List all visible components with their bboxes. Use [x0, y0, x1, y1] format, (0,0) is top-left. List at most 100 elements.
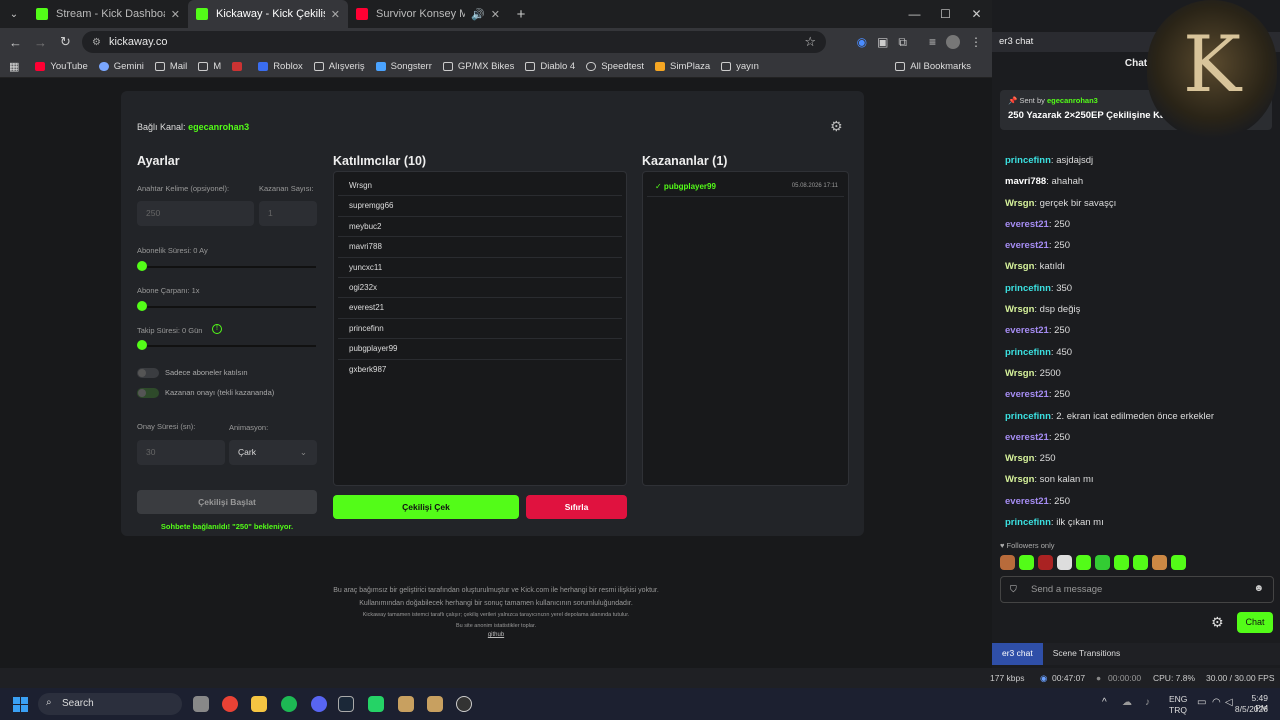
minimize-icon[interactable]: — — [899, 0, 930, 28]
apps-grid-icon[interactable]: ▦ — [9, 60, 19, 73]
chat-username[interactable]: Wrsgn — [1005, 261, 1034, 272]
sub-multiplier-slider[interactable] — [138, 306, 316, 308]
github-link[interactable]: github — [0, 632, 992, 638]
dock-tab-chat[interactable]: er3 chat — [992, 643, 1043, 665]
sub-duration-slider[interactable] — [138, 266, 316, 268]
chat-username[interactable]: everest21 — [1005, 389, 1049, 400]
maximize-icon[interactable]: ☐ — [930, 0, 961, 28]
chat-username[interactable]: Wrsgn — [1005, 368, 1034, 379]
chat-username[interactable]: Wrsgn — [1005, 198, 1034, 209]
chat-username[interactable]: everest21 — [1005, 432, 1049, 443]
chat-username[interactable]: everest21 — [1005, 325, 1049, 336]
keyword-input[interactable]: 250 — [137, 201, 254, 226]
app-r-icon[interactable] — [427, 696, 443, 712]
taskbar-search[interactable]: ⌕ Search — [38, 693, 182, 715]
close-tab-icon[interactable]: ✕ — [331, 8, 340, 21]
bookmark-youtube[interactable]: YouTube — [35, 61, 88, 72]
close-tab-icon[interactable]: ✕ — [491, 8, 500, 21]
confirm-time-input[interactable]: 30 — [137, 440, 225, 465]
profile-avatar[interactable] — [946, 35, 960, 49]
winner-count-input[interactable]: 1 — [259, 201, 317, 226]
windows-start-icon[interactable] — [13, 697, 28, 712]
bookmark-gpmx[interactable]: GP/MX Bikes — [442, 61, 514, 72]
chat-username[interactable]: mavri788 — [1005, 176, 1046, 187]
bookmark-songsterr[interactable]: Songsterr — [375, 61, 432, 72]
bookmark-m[interactable]: M — [198, 61, 221, 72]
follow-duration-slider[interactable] — [138, 345, 316, 347]
new-tab-button[interactable]: + — [508, 6, 534, 23]
whatsapp-icon[interactable] — [368, 696, 384, 712]
emote-icon[interactable] — [1000, 555, 1015, 570]
emote-icon[interactable] — [1095, 555, 1110, 570]
tab-youtube[interactable]: Survivor Konsey Müziği (Uz 🔊 ✕ — [348, 0, 508, 28]
cloud-icon[interactable]: ☁ — [1122, 697, 1132, 708]
sub-duration-knob[interactable] — [137, 261, 147, 271]
chat-username[interactable]: princefinn — [1005, 155, 1051, 166]
speaker-icon[interactable]: 🔊 — [471, 8, 485, 21]
emoji-icon[interactable]: ☻ — [1253, 583, 1264, 594]
forward-icon[interactable]: → — [28, 35, 53, 50]
emote-icon[interactable] — [1076, 555, 1091, 570]
input-lang-1[interactable]: ENG — [1169, 694, 1187, 704]
dock-tab-scene-transitions[interactable]: Scene Transitions — [1043, 643, 1131, 665]
tab-stream-dashboard[interactable]: Stream - Kick Dashboard ✕ — [28, 0, 188, 28]
input-lang-2[interactable]: TRQ — [1169, 705, 1187, 715]
bookmark-gemini[interactable]: Gemini — [98, 61, 144, 72]
wifi-icon[interactable]: ◠ — [1212, 697, 1221, 708]
chrome-icon[interactable] — [222, 696, 238, 712]
bookmark-star-icon[interactable]: ☆ — [804, 34, 816, 50]
extensions-puzzle-icon[interactable]: ⧉ — [898, 35, 907, 50]
emote-icon[interactable] — [1038, 555, 1053, 570]
extension-icon[interactable]: ◉ — [857, 35, 867, 49]
chat-username[interactable]: princefinn — [1005, 347, 1051, 358]
chat-send-button[interactable]: Chat — [1237, 612, 1273, 633]
discord-icon[interactable] — [311, 696, 327, 712]
bookmark-simplaza[interactable]: SimPlaza — [655, 61, 710, 72]
settings-gear-icon[interactable]: ⚙ — [830, 118, 843, 135]
emote-icon[interactable] — [1019, 555, 1034, 570]
draw-button[interactable]: Çekilişi Çek — [333, 495, 519, 519]
bookmark-roblox[interactable]: Roblox — [258, 61, 303, 72]
close-tab-icon[interactable]: ✕ — [171, 8, 180, 21]
chat-username[interactable]: princefinn — [1005, 411, 1051, 422]
send-message-input[interactable]: ⛉ Send a message ☻ — [1000, 576, 1274, 603]
address-bar[interactable]: ⚙ kickaway.co ☆ — [82, 31, 826, 53]
animation-select[interactable]: Çark ⌄ — [229, 440, 317, 465]
clock-date[interactable]: 8/5/2026 — [1234, 704, 1268, 714]
menu-dots-icon[interactable]: ⋮ — [970, 35, 982, 49]
follow-duration-knob[interactable] — [137, 340, 147, 350]
network-icon[interactable]: ▭ — [1197, 697, 1206, 708]
bookmark-yayin[interactable]: yayın — [721, 61, 759, 72]
emote-icon[interactable] — [1133, 555, 1148, 570]
close-window-icon[interactable]: ✕ — [961, 0, 992, 28]
start-giveaway-button[interactable]: Çekilişi Başlat — [137, 490, 317, 514]
task-view-icon[interactable] — [193, 696, 209, 712]
file-explorer-icon[interactable] — [251, 696, 267, 712]
chat-settings-gear-icon[interactable]: ⚙ — [1211, 614, 1224, 631]
emote-icon[interactable] — [1057, 555, 1072, 570]
extension-icon[interactable]: ▣ — [877, 35, 888, 49]
spotify-icon[interactable] — [281, 696, 297, 712]
chat-username[interactable]: everest21 — [1005, 496, 1049, 507]
chat-username[interactable]: Wrsgn — [1005, 474, 1034, 485]
info-icon[interactable]: ! — [212, 324, 222, 334]
bookmark-diablo[interactable]: Diablo 4 — [525, 61, 575, 72]
obs-icon[interactable] — [456, 696, 472, 712]
all-bookmarks[interactable]: All Bookmarks — [895, 61, 971, 72]
media-control-icon[interactable]: ≡ — [929, 35, 936, 49]
chat-username[interactable]: princefinn — [1005, 283, 1051, 294]
chat-username[interactable]: Wrsgn — [1005, 304, 1034, 315]
tab-kickaway[interactable]: Kickaway - Kick Çekiliş Aracı ✕ — [188, 0, 348, 28]
chat-username[interactable]: everest21 — [1005, 219, 1049, 230]
reload-icon[interactable]: ↻ — [53, 34, 78, 50]
chat-username[interactable]: everest21 — [1005, 240, 1049, 251]
volume-icon[interactable]: ◁ — [1225, 697, 1233, 708]
chat-username[interactable]: Wrsgn — [1005, 453, 1034, 464]
steam-icon[interactable] — [338, 696, 354, 712]
chat-username[interactable]: princefinn — [1005, 517, 1051, 528]
winner-confirm-toggle[interactable] — [137, 388, 159, 398]
back-icon[interactable]: ← — [3, 35, 28, 50]
bookmark-speedtest[interactable]: Speedtest — [586, 61, 644, 72]
site-info-icon[interactable]: ⚙ — [92, 37, 101, 48]
chevron-up-icon[interactable]: ^ — [1102, 697, 1107, 708]
